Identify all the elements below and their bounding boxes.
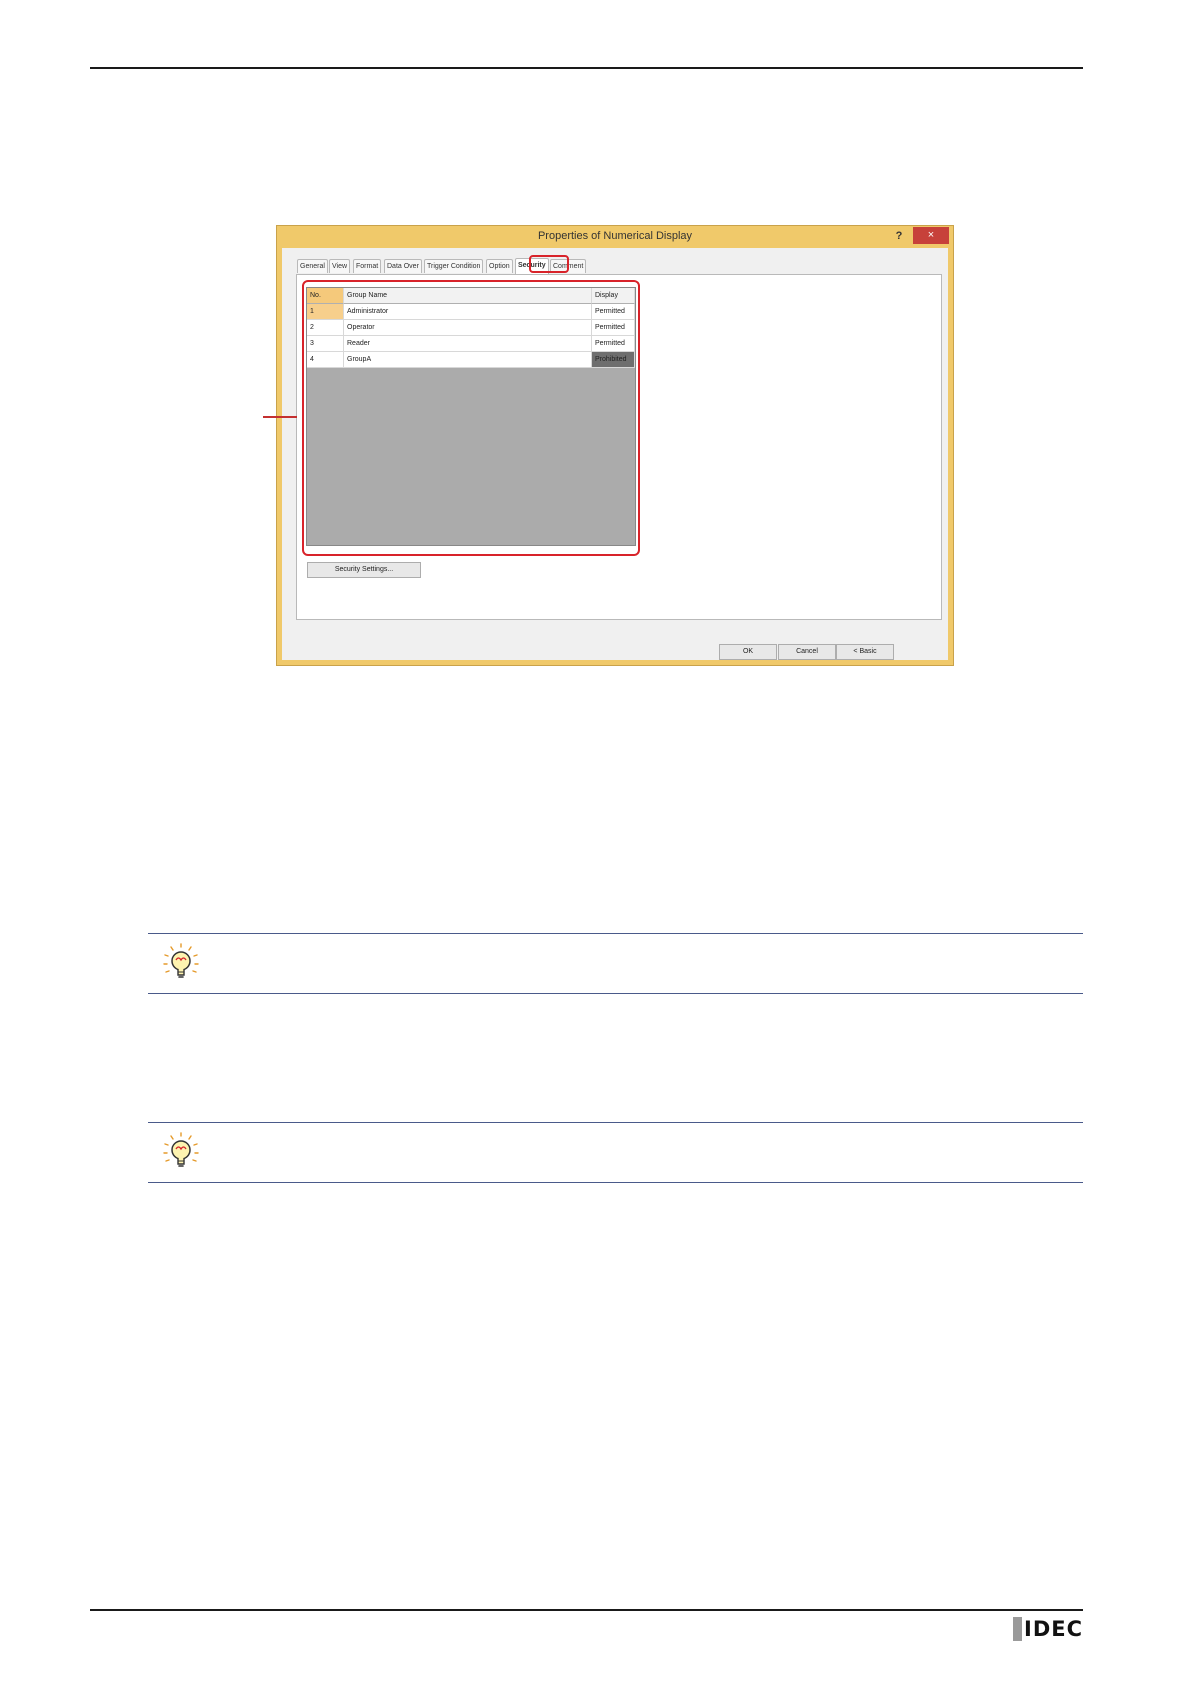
- header-rule: [90, 67, 1083, 69]
- security-tab-panel: No. Group Name Display 1 Administrator P…: [296, 274, 942, 620]
- tab-option[interactable]: Option: [486, 259, 513, 273]
- properties-dialog: Properties of Numerical Display ? × Gene…: [276, 225, 954, 666]
- logo-bar: [1013, 1617, 1022, 1641]
- cancel-button[interactable]: Cancel: [778, 644, 836, 660]
- tab-view[interactable]: View: [329, 259, 351, 273]
- security-settings-button[interactable]: Security Settings...: [307, 562, 421, 578]
- dialog-titlebar: Properties of Numerical Display ? ×: [277, 226, 953, 248]
- ok-button[interactable]: OK: [719, 644, 777, 660]
- grid-highlight: [302, 280, 640, 556]
- help-button[interactable]: ?: [889, 228, 909, 244]
- tip-box: [148, 1122, 1083, 1183]
- security-tab-highlight: [529, 255, 569, 273]
- lightbulb-icon: [163, 943, 199, 978]
- close-button[interactable]: ×: [913, 227, 949, 244]
- footer-rule: [90, 1609, 1083, 1611]
- dialog-client-area: General View Format Data Over Trigger Co…: [282, 248, 948, 660]
- callout-line: [263, 416, 297, 418]
- dialog-title: Properties of Numerical Display: [537, 230, 693, 242]
- basic-button[interactable]: < Basic: [836, 644, 894, 660]
- tab-format[interactable]: Format: [353, 259, 382, 273]
- tab-data-over[interactable]: Data Over: [384, 259, 422, 273]
- tip-box: [148, 933, 1083, 994]
- lightbulb-icon: [163, 1132, 199, 1167]
- tab-trigger-condition[interactable]: Trigger Condition: [424, 259, 484, 273]
- tab-general[interactable]: General: [297, 259, 328, 273]
- logo-text: IDEC: [1024, 1617, 1084, 1641]
